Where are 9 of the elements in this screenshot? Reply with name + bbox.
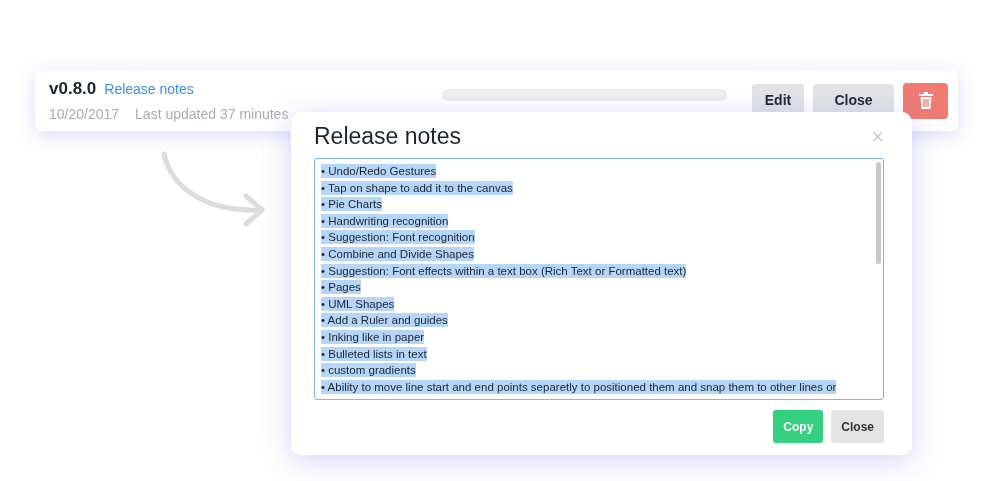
notes-text-area[interactable]	[314, 158, 884, 400]
last-updated-text: Last updated 37 minutes	[135, 104, 289, 124]
delete-button[interactable]	[903, 82, 948, 119]
release-date: 10/20/2017	[49, 104, 120, 124]
scrollbar-thumb[interactable]	[876, 162, 881, 264]
trash-icon	[918, 92, 933, 109]
dialog-title: Release notes	[314, 123, 462, 151]
close-button[interactable]: Close	[831, 410, 884, 443]
version-label: v0.8.0	[49, 78, 97, 101]
